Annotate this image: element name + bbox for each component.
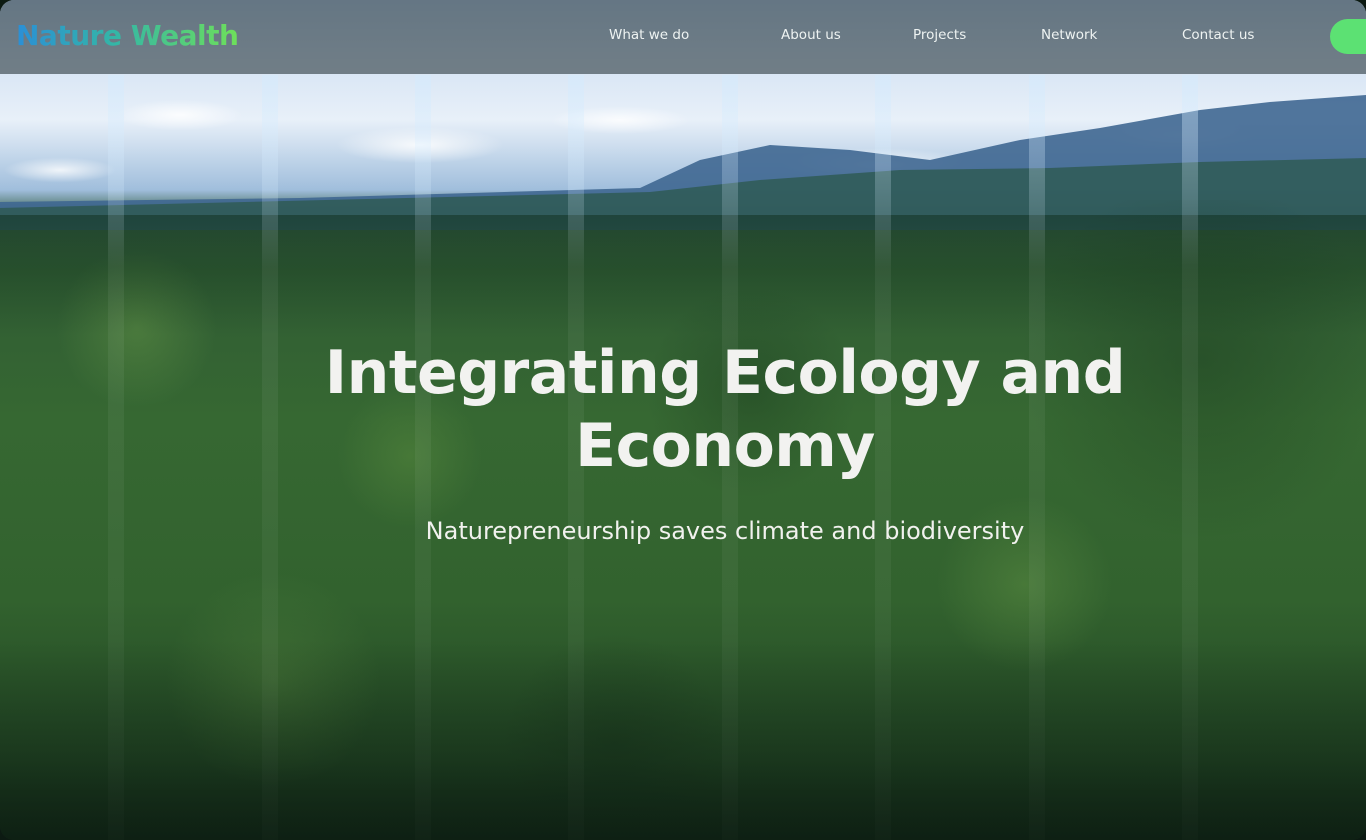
ridge-shadow xyxy=(0,215,1366,335)
site-header: Nature Wealth What we do About us Projec… xyxy=(0,0,1366,74)
bottom-vignette xyxy=(0,640,1366,840)
hero-subtitle: Naturepreneurship saves climate and biod… xyxy=(425,517,1025,545)
nav-item-about-us[interactable]: About us xyxy=(781,27,841,43)
brand-logo[interactable]: Nature Wealth xyxy=(16,19,239,52)
nav-item-contact-us[interactable]: Contact us xyxy=(1182,27,1254,43)
cta-button[interactable] xyxy=(1330,19,1366,54)
page: Nature Wealth What we do About us Projec… xyxy=(0,0,1366,840)
nav-item-network[interactable]: Network xyxy=(1041,27,1097,43)
nav-item-projects[interactable]: Projects xyxy=(913,27,966,43)
hero-title: Integrating Ecology and Economy xyxy=(324,338,1126,481)
nav-item-what-we-do[interactable]: What we do xyxy=(609,27,689,43)
